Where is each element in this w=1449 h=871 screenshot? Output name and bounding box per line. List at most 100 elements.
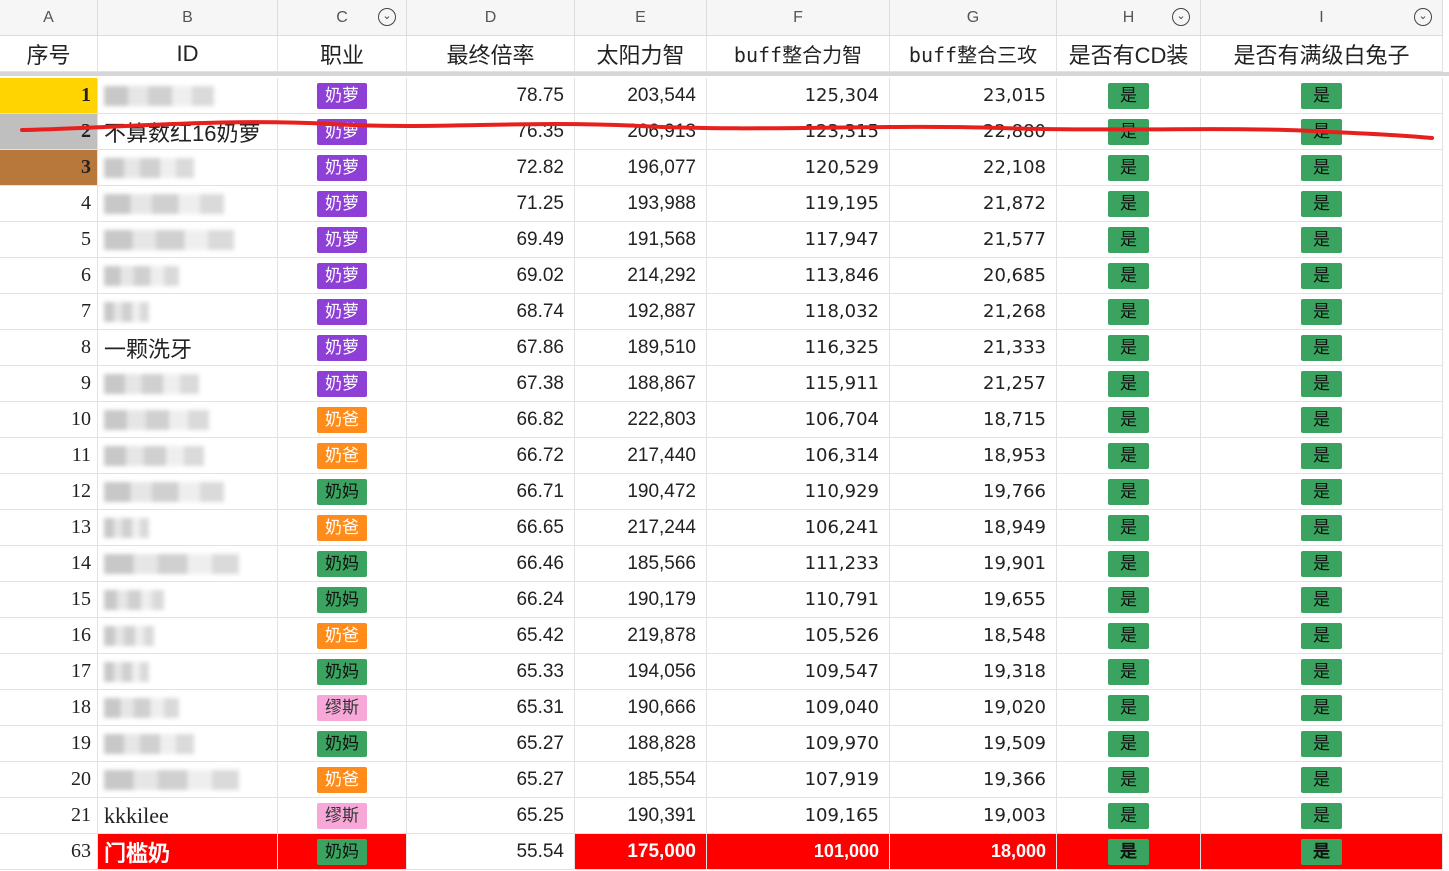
value-cell-d[interactable]: 67.38 (407, 366, 575, 402)
filter-dropdown-icon[interactable]: ⌄ (1414, 8, 1432, 26)
job-cell[interactable]: 奶爸 (278, 510, 407, 546)
flag-cell-h[interactable]: 是 (1057, 546, 1201, 582)
flag-cell-i[interactable]: 是 (1201, 546, 1443, 582)
id-cell[interactable] (98, 222, 278, 258)
flag-cell-h[interactable]: 是 (1057, 150, 1201, 186)
rank-cell[interactable]: 63 (0, 834, 98, 870)
value-cell-d[interactable]: 69.02 (407, 258, 575, 294)
column-header-h[interactable]: H ⌄ (1057, 0, 1201, 36)
value-cell-g[interactable]: 18,953 (890, 438, 1057, 474)
column-header-i[interactable]: I ⌄ (1201, 0, 1443, 36)
flag-cell-i[interactable]: 是 (1201, 762, 1443, 798)
flag-cell-h[interactable]: 是 (1057, 726, 1201, 762)
value-cell-d[interactable]: 55.54 (407, 834, 575, 870)
value-cell-g[interactable]: 18,000 (890, 834, 1057, 870)
job-cell[interactable]: 奶萝 (278, 294, 407, 330)
id-cell[interactable]: 不算数红16奶萝 (98, 114, 278, 150)
value-cell-e[interactable]: 194,056 (575, 654, 707, 690)
id-cell[interactable] (98, 258, 278, 294)
id-cell[interactable] (98, 654, 278, 690)
value-cell-f[interactable]: 119,195 (707, 186, 890, 222)
value-cell-g[interactable]: 18,949 (890, 510, 1057, 546)
value-cell-e[interactable]: 203,544 (575, 78, 707, 114)
value-cell-f[interactable]: 111,233 (707, 546, 890, 582)
value-cell-g[interactable]: 19,901 (890, 546, 1057, 582)
rank-cell[interactable]: 1 (0, 78, 98, 114)
value-cell-d[interactable]: 66.82 (407, 402, 575, 438)
value-cell-e[interactable]: 188,867 (575, 366, 707, 402)
flag-cell-i[interactable]: 是 (1201, 258, 1443, 294)
column-header-a[interactable]: A (0, 0, 98, 36)
flag-cell-i[interactable]: 是 (1201, 582, 1443, 618)
id-cell[interactable] (98, 474, 278, 510)
job-cell[interactable]: 奶萝 (278, 150, 407, 186)
value-cell-f[interactable]: 106,704 (707, 402, 890, 438)
rank-cell[interactable]: 4 (0, 186, 98, 222)
flag-cell-h[interactable]: 是 (1057, 510, 1201, 546)
flag-cell-i[interactable]: 是 (1201, 330, 1443, 366)
value-cell-d[interactable]: 65.27 (407, 726, 575, 762)
job-cell[interactable]: 奶爸 (278, 402, 407, 438)
value-cell-g[interactable]: 21,268 (890, 294, 1057, 330)
value-cell-e[interactable]: 196,077 (575, 150, 707, 186)
value-cell-f[interactable]: 109,970 (707, 726, 890, 762)
job-cell[interactable]: 奶妈 (278, 474, 407, 510)
value-cell-g[interactable]: 20,685 (890, 258, 1057, 294)
value-cell-f[interactable]: 120,529 (707, 150, 890, 186)
id-cell[interactable] (98, 366, 278, 402)
value-cell-d[interactable]: 67.86 (407, 330, 575, 366)
rank-cell[interactable]: 21 (0, 798, 98, 834)
flag-cell-i[interactable]: 是 (1201, 222, 1443, 258)
filter-dropdown-icon[interactable]: ⌄ (378, 8, 396, 26)
header-cell[interactable]: 序号 (0, 36, 98, 72)
flag-cell-i[interactable]: 是 (1201, 438, 1443, 474)
job-cell[interactable]: 奶爸 (278, 762, 407, 798)
column-header-d[interactable]: D (407, 0, 575, 36)
value-cell-e[interactable]: 193,988 (575, 186, 707, 222)
job-cell[interactable]: 奶萝 (278, 330, 407, 366)
id-cell[interactable] (98, 690, 278, 726)
id-cell[interactable] (98, 726, 278, 762)
value-cell-f[interactable]: 118,032 (707, 294, 890, 330)
flag-cell-i[interactable]: 是 (1201, 294, 1443, 330)
job-cell[interactable]: 奶妈 (278, 582, 407, 618)
rank-cell[interactable]: 16 (0, 618, 98, 654)
value-cell-f[interactable]: 106,314 (707, 438, 890, 474)
value-cell-e[interactable]: 185,554 (575, 762, 707, 798)
column-header-f[interactable]: F (707, 0, 890, 36)
value-cell-d[interactable]: 65.33 (407, 654, 575, 690)
flag-cell-i[interactable]: 是 (1201, 510, 1443, 546)
rank-cell[interactable]: 8 (0, 330, 98, 366)
value-cell-f[interactable]: 113,846 (707, 258, 890, 294)
value-cell-f[interactable]: 101,000 (707, 834, 890, 870)
flag-cell-i[interactable]: 是 (1201, 186, 1443, 222)
id-cell[interactable] (98, 78, 278, 114)
id-cell[interactable] (98, 150, 278, 186)
job-cell[interactable]: 奶萝 (278, 114, 407, 150)
flag-cell-i[interactable]: 是 (1201, 114, 1443, 150)
value-cell-e[interactable]: 217,440 (575, 438, 707, 474)
job-cell[interactable]: 奶萝 (278, 78, 407, 114)
header-cell[interactable]: 最终倍率 (407, 36, 575, 72)
flag-cell-h[interactable]: 是 (1057, 114, 1201, 150)
rank-cell[interactable]: 12 (0, 474, 98, 510)
value-cell-d[interactable]: 66.65 (407, 510, 575, 546)
value-cell-d[interactable]: 65.27 (407, 762, 575, 798)
flag-cell-i[interactable]: 是 (1201, 474, 1443, 510)
value-cell-e[interactable]: 175,000 (575, 834, 707, 870)
rank-cell[interactable]: 2 (0, 114, 98, 150)
rank-cell[interactable]: 10 (0, 402, 98, 438)
flag-cell-h[interactable]: 是 (1057, 186, 1201, 222)
value-cell-e[interactable]: 190,666 (575, 690, 707, 726)
job-cell[interactable]: 奶妈 (278, 834, 407, 870)
id-cell[interactable]: 门槛奶 (98, 834, 278, 870)
flag-cell-i[interactable]: 是 (1201, 618, 1443, 654)
flag-cell-h[interactable]: 是 (1057, 654, 1201, 690)
job-cell[interactable]: 奶妈 (278, 546, 407, 582)
flag-cell-i[interactable]: 是 (1201, 798, 1443, 834)
rank-cell[interactable]: 17 (0, 654, 98, 690)
header-cell[interactable]: 是否有CD装 (1057, 36, 1201, 72)
value-cell-g[interactable]: 21,872 (890, 186, 1057, 222)
value-cell-e[interactable]: 190,472 (575, 474, 707, 510)
flag-cell-h[interactable]: 是 (1057, 438, 1201, 474)
